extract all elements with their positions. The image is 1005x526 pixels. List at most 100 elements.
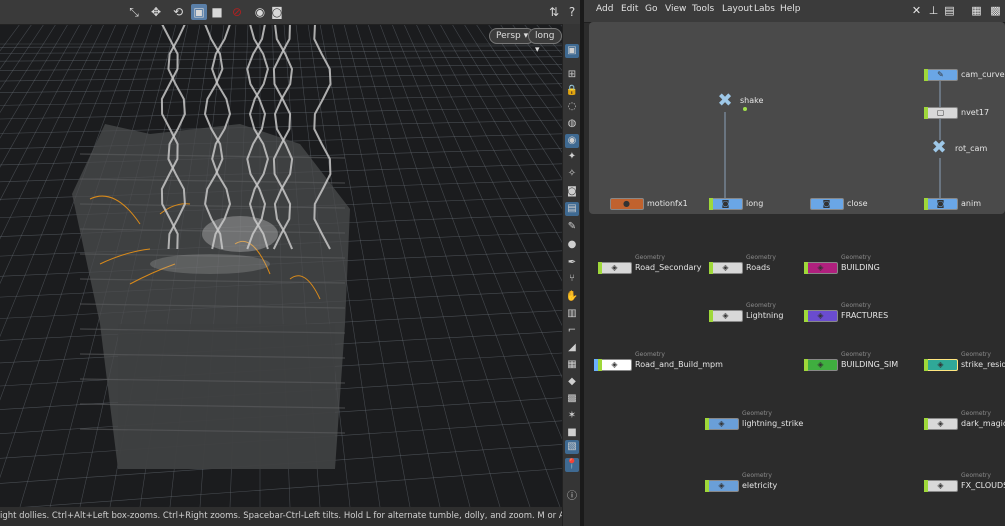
node-label: lightning_strike xyxy=(742,419,804,428)
view-icon[interactable]: ▣ xyxy=(565,44,579,58)
status-text: ight dollies. Ctrl+Alt+Left box-zooms. C… xyxy=(0,511,562,521)
shake-node-label: shake xyxy=(740,96,764,105)
long-label: long xyxy=(746,199,764,208)
display-flag[interactable] xyxy=(709,262,713,274)
display-flag[interactable] xyxy=(804,359,808,371)
display-flag[interactable] xyxy=(924,480,928,492)
node-label: FRACTURES xyxy=(841,311,889,320)
bulb-icon[interactable]: ✦ xyxy=(565,150,579,164)
camera-node-icon: ◙ xyxy=(822,199,831,208)
display-flag[interactable] xyxy=(709,310,713,322)
sphere-icon[interactable]: ◍ xyxy=(565,117,579,131)
display-flag[interactable] xyxy=(804,310,808,322)
pen-icon[interactable]: ✒ xyxy=(565,256,579,270)
camera-icon[interactable]: ◙ xyxy=(269,4,285,20)
stack-icon[interactable]: ▥ xyxy=(565,307,579,321)
nodes-icon[interactable]: ⑂ xyxy=(565,272,579,286)
display-flag[interactable] xyxy=(598,262,602,274)
sparkle-icon[interactable]: ✶ xyxy=(565,409,579,423)
render-icon[interactable]: ▤ xyxy=(565,202,579,216)
close-label: close xyxy=(847,199,868,208)
geo-icon: ◈ xyxy=(937,419,944,428)
scale-icon[interactable]: ▣ xyxy=(191,4,207,20)
node-type: Geometry xyxy=(746,302,776,309)
motionfx1-label: motionfx1 xyxy=(647,199,688,208)
geo-icon: ◈ xyxy=(817,311,824,320)
geo-icon: ◈ xyxy=(718,419,725,428)
wedge-icon[interactable]: ◢ xyxy=(565,341,579,355)
display-flag[interactable] xyxy=(804,262,808,274)
motion-icon: ● xyxy=(623,199,630,208)
node-label: strike_residue xyxy=(961,360,1005,369)
image-icon[interactable]: ▩ xyxy=(565,392,579,406)
display-menu-label: long xyxy=(535,31,555,41)
display-flag[interactable] xyxy=(598,359,602,371)
geo-icon: ◈ xyxy=(611,263,618,272)
dot-icon[interactable]: ● xyxy=(565,238,579,252)
settings-icon[interactable]: ⇅ xyxy=(546,4,562,20)
geo-icon: ◈ xyxy=(722,311,729,320)
snapshot-icon[interactable]: ◉ xyxy=(252,4,268,20)
camera-node-icon: ◙ xyxy=(936,199,945,208)
rot-cam-label: rot_cam xyxy=(955,144,988,153)
geo-icon: ◈ xyxy=(817,360,824,369)
node-type: Geometry xyxy=(961,472,991,479)
select-icon[interactable]: ⤡ xyxy=(126,4,142,20)
display-flag[interactable] xyxy=(924,418,928,430)
rot-cam-node-icon[interactable]: ✖ xyxy=(928,138,950,158)
move-icon[interactable]: ✥ xyxy=(148,4,164,20)
node-label: Road_and_Build_mpm xyxy=(635,360,723,369)
box-icon[interactable]: ▦ xyxy=(565,358,579,372)
geo-icon: ◈ xyxy=(937,360,944,369)
grid-icon[interactable]: ▧ xyxy=(565,440,579,454)
node-type: Geometry xyxy=(841,254,871,261)
viewport-toolbar: ⤡ ✥ ⟲ ▣ ■ ⊘ ◉ ◙ ⇅ ? xyxy=(0,0,582,25)
node-label: BUILDING_SIM xyxy=(841,360,899,369)
help-icon[interactable]: ? xyxy=(564,4,580,20)
ghost-icon[interactable]: ◌ xyxy=(565,100,579,114)
network-editor[interactable]: Add Edit Go View Tools Layout Labs Help … xyxy=(584,0,1005,526)
shake-node-icon[interactable]: ✖ xyxy=(714,91,736,111)
camera-node-icon: ◙ xyxy=(721,199,730,208)
rotate-icon[interactable]: ⟲ xyxy=(170,4,186,20)
bulb2-icon[interactable]: ✧ xyxy=(565,167,579,181)
pin-icon[interactable]: 📍 xyxy=(565,458,579,472)
paint-icon[interactable]: ✎ xyxy=(565,220,579,234)
node-label: dark_magic xyxy=(961,419,1005,428)
display-flag[interactable] xyxy=(705,480,709,492)
display-flag[interactable] xyxy=(705,418,709,430)
node-type: Geometry xyxy=(742,410,772,417)
node-label: eletricity xyxy=(742,481,778,490)
lock-icon[interactable]: 🔒 xyxy=(565,84,579,98)
square-icon[interactable]: ■ xyxy=(565,426,579,440)
node-type: Geometry xyxy=(635,254,665,261)
render-flag[interactable] xyxy=(594,359,598,371)
hand-icon[interactable]: ✋ xyxy=(565,290,579,304)
node-type: Geometry xyxy=(746,254,776,261)
node-label: FX_CLOUDS xyxy=(961,481,1005,490)
node-type: Geometry xyxy=(961,410,991,417)
display-flag[interactable] xyxy=(924,359,928,371)
viewport-scene xyxy=(0,24,562,507)
camera-icon[interactable]: ◙ xyxy=(565,185,579,199)
null17-label: nvet17 xyxy=(961,108,990,117)
node-label: BUILDING xyxy=(841,263,880,272)
geo-icon: ◈ xyxy=(722,263,729,272)
cam-curve-label: cam_curve xyxy=(961,70,1005,79)
node-label: Roads xyxy=(746,263,771,272)
no-entry-icon[interactable]: ⊘ xyxy=(229,4,245,20)
display-menu[interactable]: long ▾ xyxy=(528,28,562,55)
stop-icon[interactable]: ■ xyxy=(209,4,225,20)
particle-cloud xyxy=(202,216,278,252)
node-label: Lightning xyxy=(746,311,784,320)
scene-viewport[interactable]: Persp ▾ long ▾ ight dollies. Ctrl+Alt+Le… xyxy=(0,0,562,526)
layers-icon[interactable]: ⊞ xyxy=(565,68,579,82)
diamond-icon[interactable]: ◆ xyxy=(565,375,579,389)
status-bar: ight dollies. Ctrl+Alt+Left box-zooms. C… xyxy=(0,507,562,526)
node-type: Geometry xyxy=(742,472,772,479)
light-icon[interactable]: ◉ xyxy=(565,134,579,148)
corner-icon[interactable]: ⌐ xyxy=(565,324,579,338)
particle-cloud xyxy=(150,254,270,274)
curve-icon: ✎ xyxy=(937,70,944,79)
info-icon[interactable]: ⓘ xyxy=(565,490,579,504)
